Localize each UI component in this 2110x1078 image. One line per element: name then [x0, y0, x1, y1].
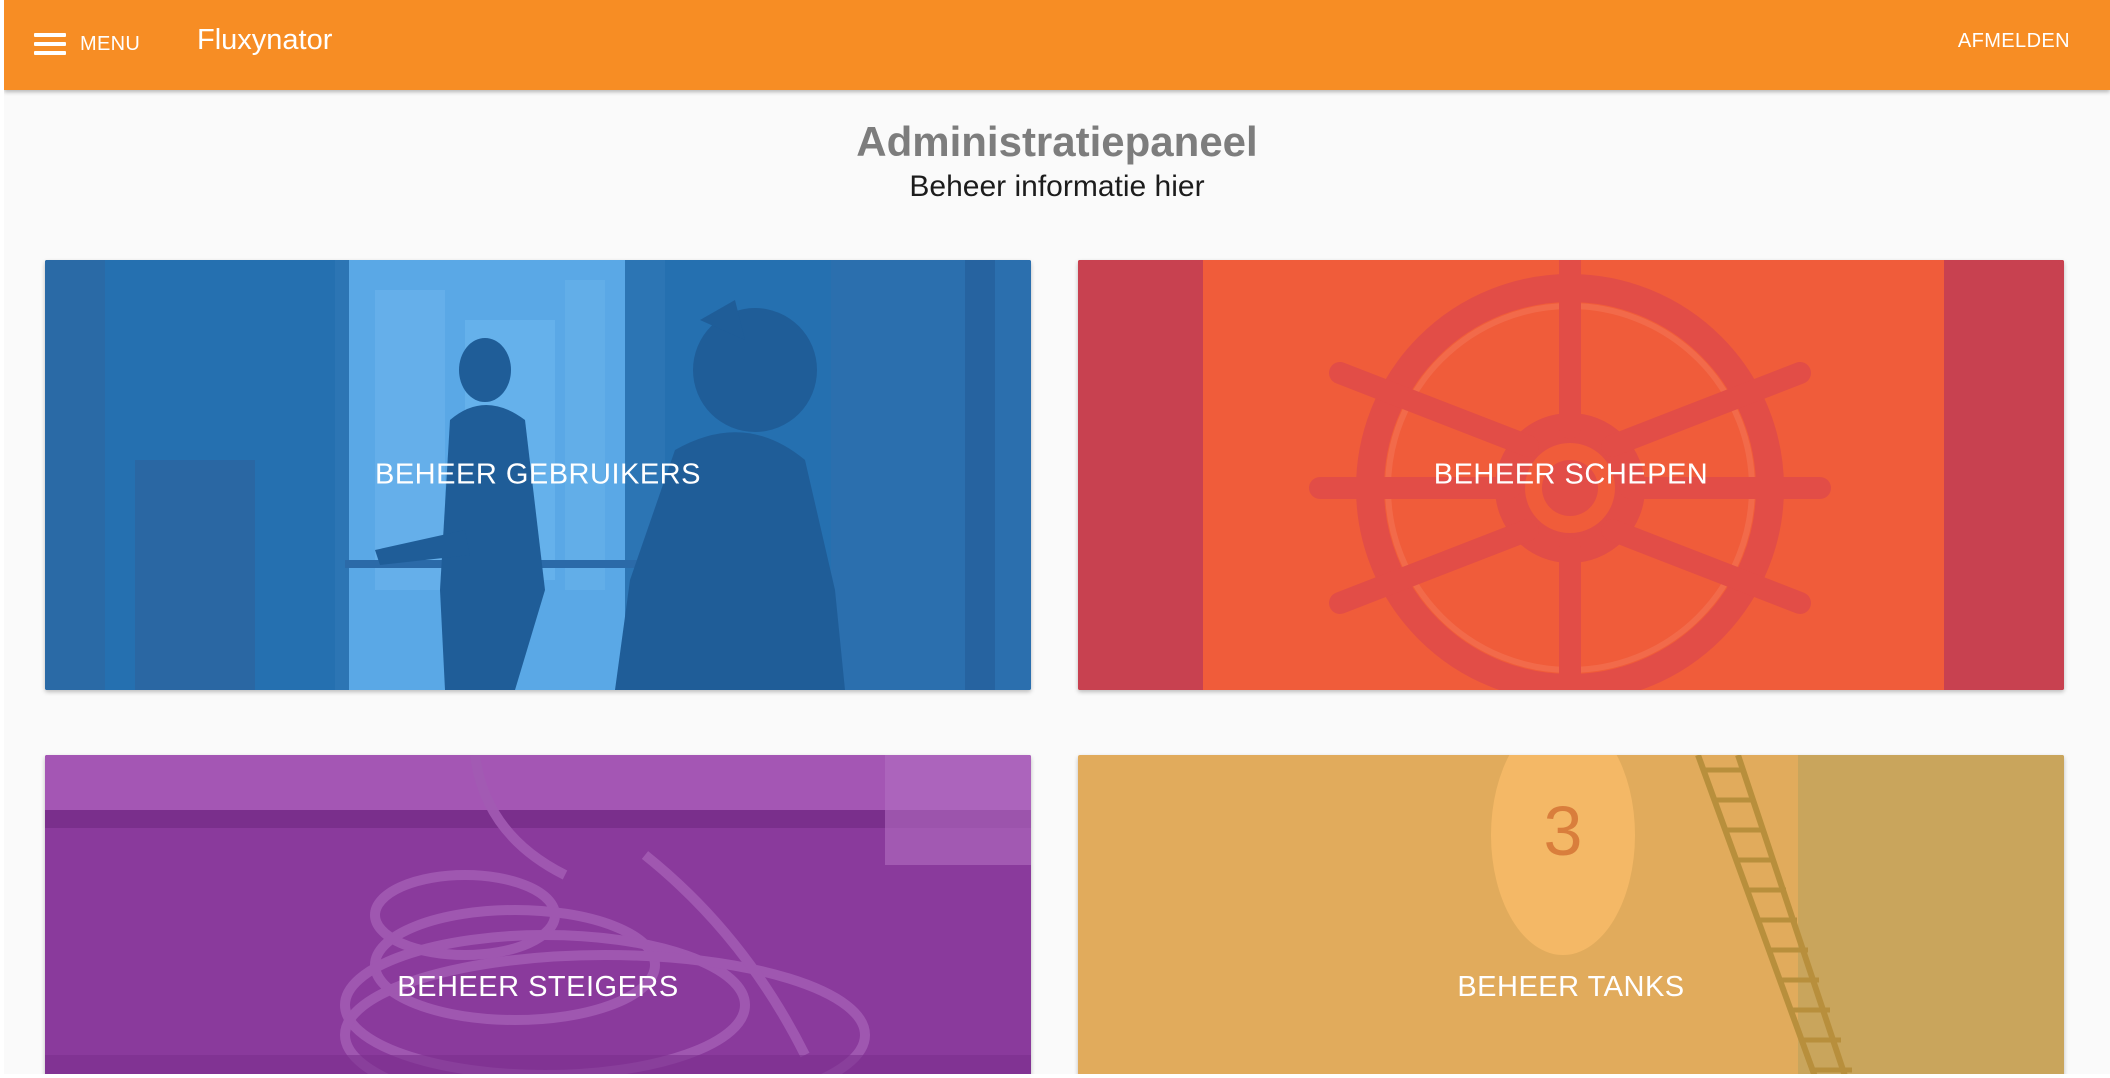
tank-image: 3 — [1078, 755, 2064, 1074]
page-subtitle: Beheer informatie hier — [909, 170, 1205, 203]
app-title[interactable]: Fluxynator — [197, 24, 332, 57]
logout-button[interactable]: AFMELDEN — [1958, 30, 2070, 53]
manage-tanks-tile[interactable]: 3 BEHEER TANKS — [1078, 755, 2064, 1074]
svg-text:3: 3 — [1544, 792, 1583, 870]
admin-page: MENU Fluxynator AFMELDEN Administratiepa… — [4, 0, 2110, 1074]
manage-ships-label: BEHEER SCHEPEN — [1433, 458, 1709, 491]
manage-tanks-label: BEHEER TANKS — [1457, 971, 1685, 1003]
manage-users-tile[interactable]: BEHEER GEBRUIKERS — [45, 260, 1031, 690]
menu-label: MENU — [80, 32, 141, 55]
manage-ships-tile[interactable]: BEHEER SCHEPEN — [1078, 260, 2064, 690]
manage-scaffolds-label: BEHEER STEIGERS — [397, 971, 679, 1003]
hamburger-icon — [34, 33, 66, 55]
menu-button[interactable]: MENU — [34, 22, 140, 66]
manage-scaffolds-tile[interactable]: BEHEER STEIGERS — [45, 755, 1031, 1074]
manage-users-label: BEHEER GEBRUIKERS — [375, 458, 701, 491]
top-app-bar: MENU Fluxynator AFMELDEN — [4, 0, 2110, 90]
page-title: Administratiepaneel — [856, 118, 1258, 165]
ropes-image — [45, 755, 1031, 1074]
